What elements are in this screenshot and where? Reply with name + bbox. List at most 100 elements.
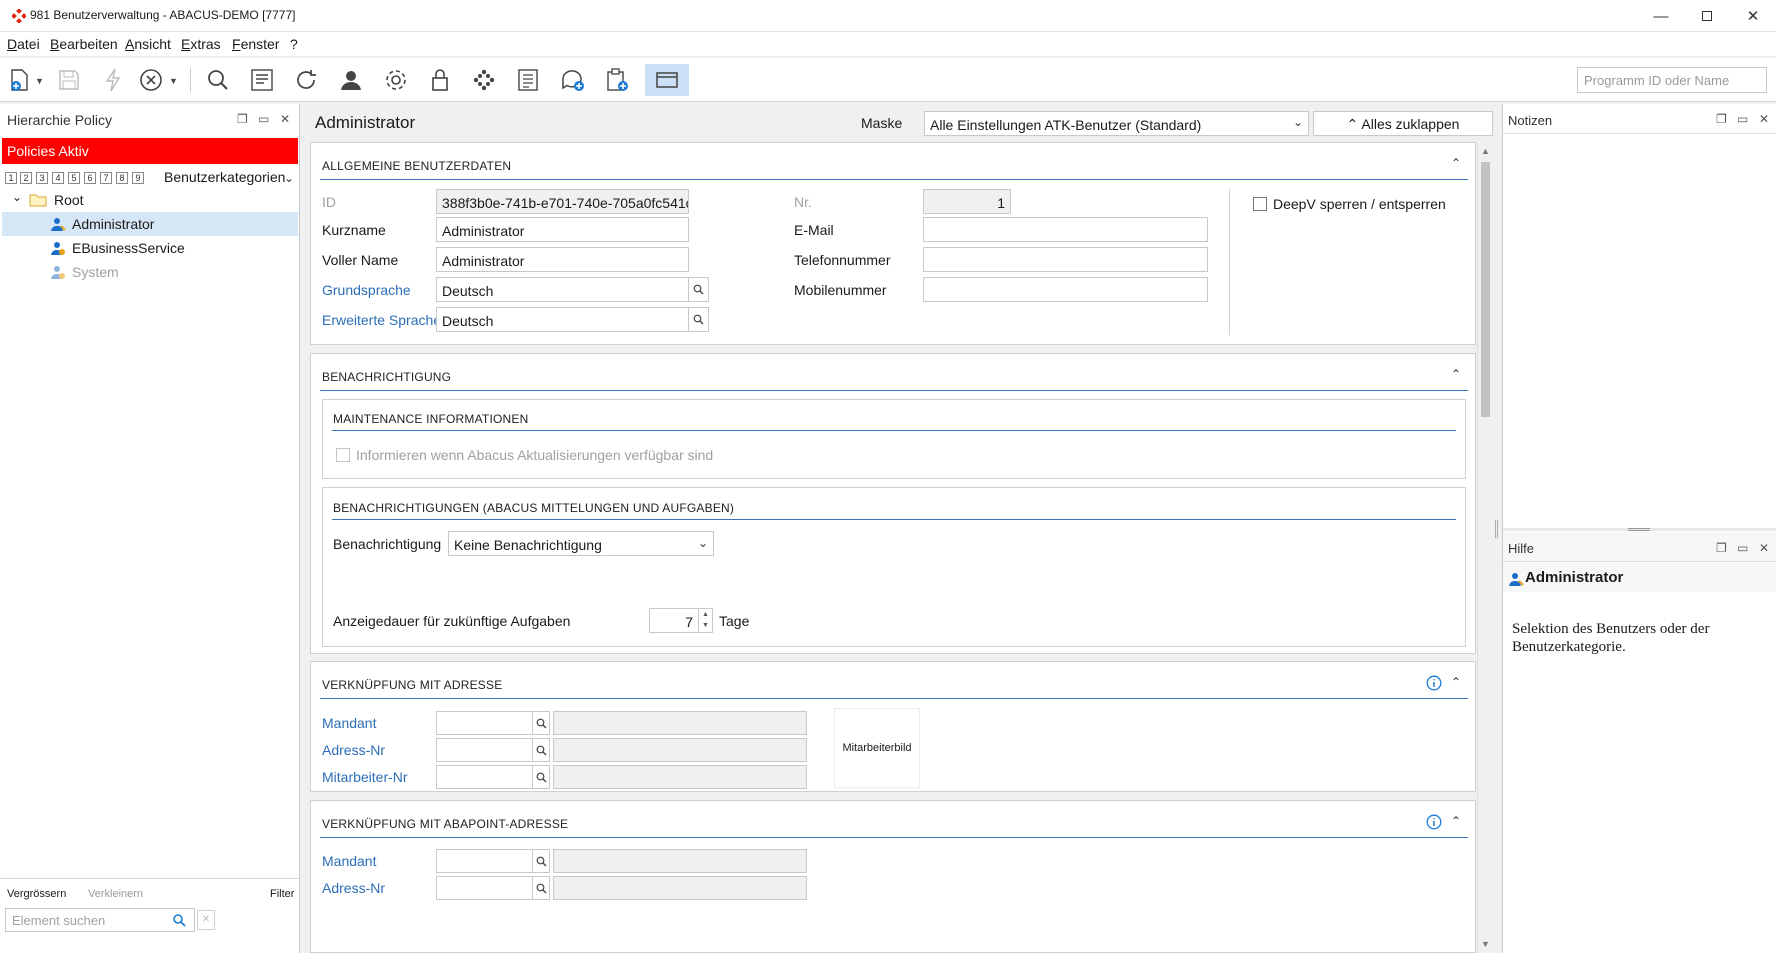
maximize-panel-icon[interactable]: ▭ (1737, 541, 1748, 555)
clear-search-button[interactable]: ✕ (197, 910, 215, 930)
abapoint-mandant-search-button[interactable] (533, 849, 550, 873)
expand-chevron-icon[interactable]: ⌄ (12, 190, 22, 204)
telefon-field[interactable] (923, 247, 1208, 272)
menu-ansicht[interactable]: Ansicht (125, 36, 171, 52)
collapse-section-icon[interactable]: ⌃ (1451, 367, 1461, 381)
grundsprache-field[interactable]: Deutsch (436, 277, 689, 302)
grundsprache-label[interactable]: Grundsprache (322, 282, 411, 298)
splitter-grip[interactable] (1628, 528, 1650, 531)
chevron-down-icon[interactable]: ⌄ (284, 171, 294, 185)
chevron-down-icon[interactable]: ⌄ (698, 536, 708, 550)
maximize-panel-icon[interactable]: ▭ (1737, 112, 1748, 126)
mandant-label[interactable]: Mandant (322, 715, 376, 731)
new-dropdown-icon[interactable]: ▼ (35, 76, 44, 86)
mitarbeiternr-label[interactable]: Mitarbeiter-Nr (322, 769, 408, 785)
abapoint-adressnr-search-button[interactable] (533, 876, 550, 900)
abapoint-adressnr-field[interactable] (436, 876, 533, 900)
user-button[interactable] (334, 64, 368, 96)
shrink-button[interactable]: Verkleinern (88, 888, 143, 900)
info-icon[interactable] (1426, 814, 1442, 830)
minimize-button[interactable]: — (1638, 0, 1684, 32)
step-up-icon[interactable]: ▲ (702, 611, 709, 618)
level-2-button[interactable]: 2 (20, 172, 32, 184)
maintenance-info-checkbox[interactable] (336, 448, 350, 462)
erweiterte-sprache-field[interactable]: Deutsch (436, 307, 689, 332)
level-4-button[interactable]: 4 (52, 172, 64, 184)
level-1-button[interactable]: 1 (5, 172, 17, 184)
employee-picture[interactable]: Mitarbeiterbild (834, 708, 920, 788)
maximize-panel-icon[interactable]: ▭ (258, 112, 269, 126)
menu-fenster[interactable]: Fenster (232, 36, 279, 52)
new-button[interactable] (2, 64, 36, 96)
close-panel-icon[interactable]: ✕ (1759, 541, 1769, 555)
step-down-icon[interactable]: ▼ (702, 622, 709, 629)
collapse-section-icon[interactable]: ⌃ (1451, 814, 1461, 828)
mandant-search-button[interactable] (533, 711, 550, 735)
level-8-button[interactable]: 8 (116, 172, 128, 184)
adressnr-field[interactable] (436, 738, 533, 762)
search-icon[interactable] (172, 913, 186, 927)
cancel-dropdown-icon[interactable]: ▼ (169, 76, 178, 86)
close-panel-icon[interactable]: ✕ (1759, 112, 1769, 126)
restore-panel-icon[interactable]: ❐ (237, 112, 248, 126)
network-button[interactable] (467, 64, 501, 96)
mask-select[interactable]: Alle Einstellungen ATK-Benutzer (Standar… (924, 111, 1309, 136)
tree-item-ebusinessservice[interactable]: EBusinessService (2, 236, 298, 260)
anzeigedauer-stepper[interactable]: ▲ ▼ (699, 608, 713, 633)
notes-button[interactable] (511, 64, 545, 96)
element-search-input[interactable]: Element suchen (5, 908, 195, 932)
abapoint-mandant-label[interactable]: Mandant (322, 853, 376, 869)
anzeigedauer-field[interactable]: 7 (649, 608, 699, 633)
erweiterte-sprache-search-button[interactable] (689, 307, 709, 332)
level-3-button[interactable]: 3 (36, 172, 48, 184)
enlarge-button[interactable]: Vergrössern (7, 888, 66, 900)
email-field[interactable] (923, 217, 1208, 242)
settings-button[interactable] (379, 64, 413, 96)
grundsprache-search-button[interactable] (689, 277, 709, 302)
execute-button[interactable] (96, 64, 130, 96)
window-toggle-button[interactable] (645, 64, 689, 96)
main-scrollbar[interactable]: ▲ ▼ (1477, 144, 1492, 953)
lock-button[interactable] (423, 64, 457, 96)
mandant-field[interactable] (436, 711, 533, 735)
menu-datei[interactable]: Datei (7, 36, 40, 52)
category-select[interactable]: Benutzerkategorien (164, 169, 285, 185)
erweiterte-sprache-label[interactable]: Erweiterte Sprache (322, 312, 441, 328)
chat-add-button[interactable] (556, 64, 590, 96)
scrollbar-thumb[interactable] (1481, 162, 1490, 417)
vollername-field[interactable]: Administrator (436, 247, 689, 272)
restore-panel-icon[interactable]: ❐ (1716, 112, 1727, 126)
deepv-checkbox[interactable] (1253, 197, 1267, 211)
level-7-button[interactable]: 7 (100, 172, 112, 184)
collapse-section-icon[interactable]: ⌃ (1451, 156, 1461, 170)
kurzname-field[interactable]: Administrator (436, 217, 689, 242)
cancel-button[interactable] (134, 64, 168, 96)
close-panel-icon[interactable]: ✕ (280, 112, 290, 126)
mitarbeiternr-field[interactable] (436, 765, 533, 789)
restore-panel-icon[interactable]: ❐ (1716, 541, 1727, 555)
scroll-down-icon[interactable]: ▼ (1481, 939, 1490, 949)
tree-item-administrator[interactable]: Administrator (2, 212, 298, 236)
maximize-button[interactable] (1684, 0, 1730, 32)
save-button[interactable] (52, 64, 86, 96)
benachrichtigung-select[interactable]: Keine Benachrichtigung (448, 531, 714, 556)
filter-button[interactable]: Filter (270, 888, 294, 900)
tree-item-root[interactable]: ⌄ Root (2, 188, 298, 212)
level-5-button[interactable]: 5 (68, 172, 80, 184)
chevron-down-icon[interactable]: ⌄ (1293, 115, 1303, 129)
program-id-search-input[interactable]: Programm ID oder Name (1577, 67, 1767, 93)
notes-area[interactable] (1508, 138, 1772, 468)
mitarbeiternr-search-button[interactable] (533, 765, 550, 789)
collapse-all-button[interactable]: ⌃ Alles zuklappen (1313, 111, 1493, 136)
info-icon[interactable] (1426, 675, 1442, 691)
menu-bearbeiten[interactable]: Bearbeiten (50, 36, 118, 52)
abapoint-mandant-field[interactable] (436, 849, 533, 873)
scroll-up-icon[interactable]: ▲ (1481, 146, 1490, 156)
search-button[interactable] (201, 64, 235, 96)
level-6-button[interactable]: 6 (84, 172, 96, 184)
report-button[interactable] (245, 64, 279, 96)
collapse-section-icon[interactable]: ⌃ (1451, 675, 1461, 689)
menu-help[interactable]: ? (290, 36, 298, 52)
close-window-button[interactable]: ✕ (1730, 0, 1776, 32)
adressnr-label[interactable]: Adress-Nr (322, 742, 385, 758)
